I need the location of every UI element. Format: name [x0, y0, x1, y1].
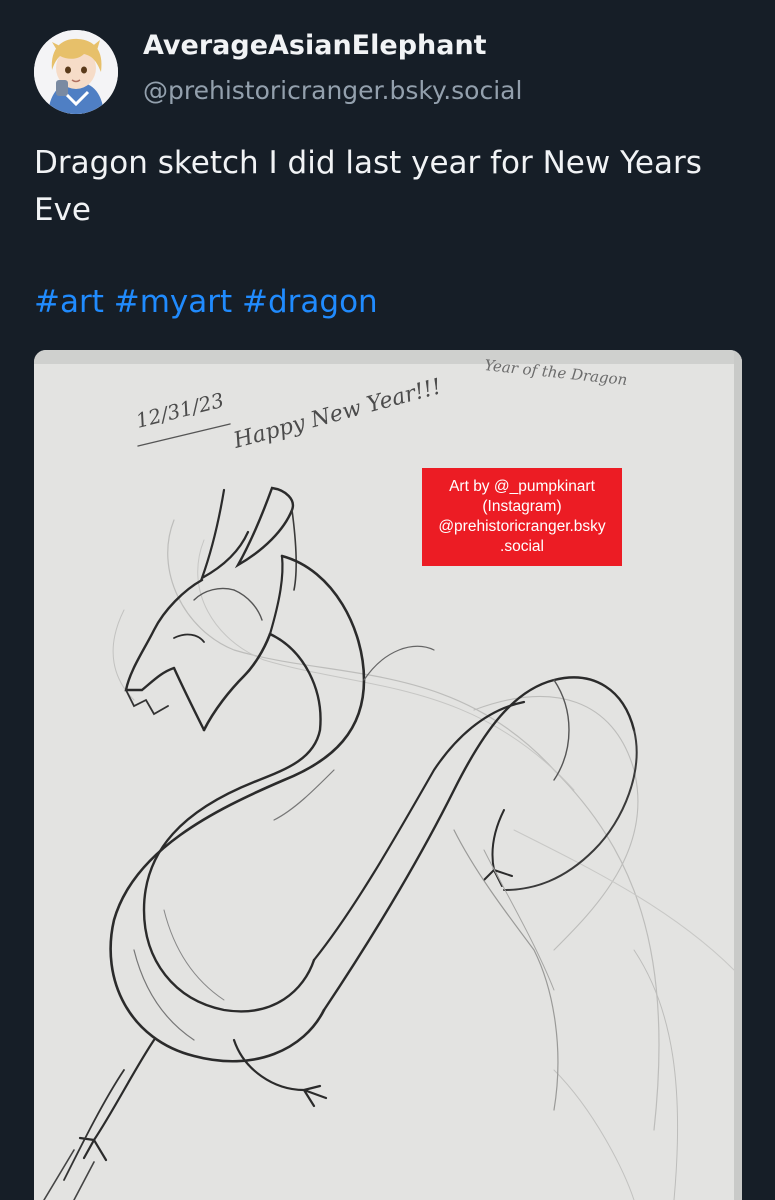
avatar-image: [34, 30, 118, 114]
credit-line-2: (Instagram): [482, 498, 562, 515]
credit-badge: Art by @_pumpkinart (Instagram) @prehist…: [422, 468, 622, 566]
post-card[interactable]: AverageAsianElephant @prehistoricranger.…: [0, 0, 775, 1200]
credit-line-1: Art by @_pumpkinart: [449, 478, 595, 495]
credit-line-3: @prehistoricranger.bsky: [438, 518, 606, 535]
avatar[interactable]: [34, 30, 118, 114]
dragon-sketch: 12/31/23 Happy New Year!!! Year of the D…: [34, 350, 742, 1200]
hashtag-dragon[interactable]: #dragon: [242, 284, 378, 320]
post-image[interactable]: 12/31/23 Happy New Year!!! Year of the D…: [34, 350, 742, 1200]
author-handle[interactable]: @prehistoricranger.bsky.social: [143, 76, 522, 105]
hashtag-myart[interactable]: #myart: [114, 284, 232, 320]
credit-line-4: .social: [500, 538, 544, 555]
post-text: Dragon sketch I did last year for New Ye…: [34, 145, 702, 228]
hashtag-row: #art #myart #dragon: [34, 279, 378, 326]
author-display-name[interactable]: AverageAsianElephant: [143, 30, 487, 61]
hashtag-art[interactable]: #art: [34, 284, 104, 320]
